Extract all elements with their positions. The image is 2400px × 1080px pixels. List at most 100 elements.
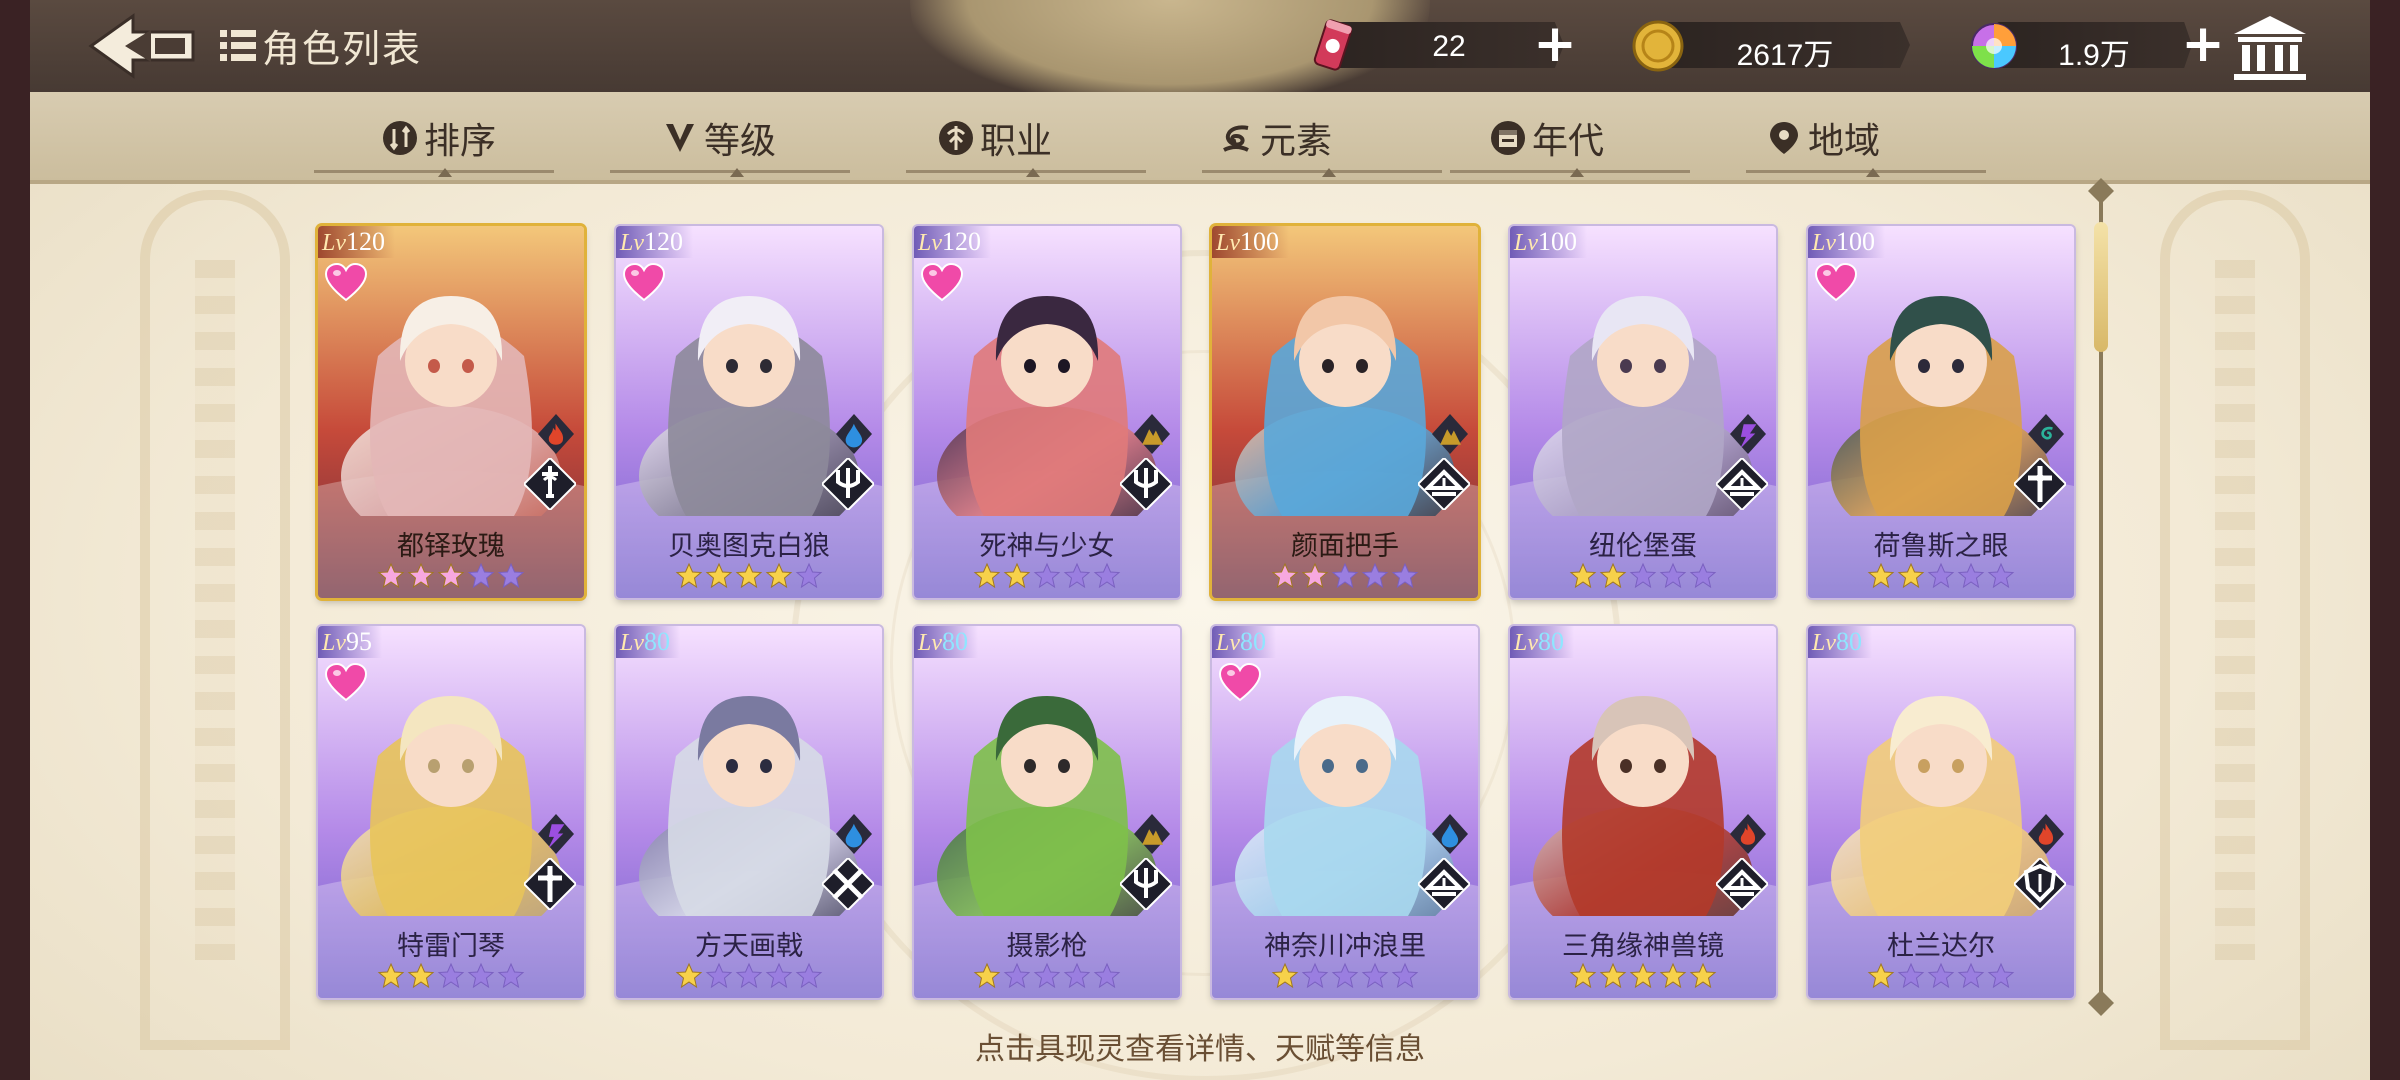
star-icon xyxy=(735,562,763,589)
character-card[interactable]: Lv80 三角缘神兽镜 xyxy=(1510,626,1776,998)
element-water-icon xyxy=(836,414,872,454)
gem-value: 1.9万 xyxy=(2058,39,2130,72)
star-icon xyxy=(1331,562,1359,589)
element-earth-icon xyxy=(1432,414,1468,454)
character-card[interactable]: Lv120 贝奥图克白狼 xyxy=(616,226,882,598)
star-icon xyxy=(1569,962,1597,989)
level-prefix: Lv xyxy=(918,230,942,256)
star-rating xyxy=(1510,962,1776,990)
filter-level[interactable]: 等级 xyxy=(662,114,776,162)
character-card[interactable]: Lv100 荷鲁斯之眼 xyxy=(1808,226,2074,598)
star-icon xyxy=(1271,562,1299,589)
favorite-heart-icon xyxy=(1218,662,1262,702)
star-icon xyxy=(1867,562,1895,589)
level-prefix: Lv xyxy=(322,630,346,656)
star-icon xyxy=(1987,962,2015,989)
star-rating xyxy=(616,562,882,590)
filter-era[interactable]: 年代 xyxy=(1490,114,1604,162)
element-fire-icon xyxy=(2028,814,2064,854)
star-icon xyxy=(675,962,703,989)
character-card[interactable]: Lv80 杜兰达尔 xyxy=(1808,626,2074,998)
character-name: 特雷门琴 xyxy=(397,931,505,961)
star-icon xyxy=(437,962,465,989)
location-pin-icon xyxy=(1770,122,1798,154)
museum-button[interactable] xyxy=(2230,12,2310,84)
star-rating xyxy=(318,962,584,990)
stamina-resource: 22 + xyxy=(1304,18,1604,74)
element-water-icon xyxy=(836,814,872,854)
class-cross-icon xyxy=(524,858,576,910)
character-name: 纽伦堡蛋 xyxy=(1589,531,1697,561)
level-badge: Lv100 xyxy=(1212,226,1289,258)
star-icon xyxy=(437,562,465,589)
star-icon xyxy=(1629,962,1657,989)
element-lightning-icon xyxy=(1730,414,1766,454)
star-rating xyxy=(318,562,584,590)
can-icon xyxy=(1313,19,1353,71)
star-icon xyxy=(1957,962,1985,989)
star-icon xyxy=(1599,962,1627,989)
scroll-thumb[interactable] xyxy=(2094,222,2108,352)
character-name: 方天画戟 xyxy=(695,931,803,961)
star-icon xyxy=(1927,562,1955,589)
element-icon xyxy=(1223,125,1249,152)
list-icon xyxy=(220,26,256,66)
level-prefix: Lv xyxy=(322,230,346,256)
class-book-icon xyxy=(1716,458,1768,510)
star-icon xyxy=(1957,562,1985,589)
character-card[interactable]: Lv120 死神与少女 xyxy=(914,226,1180,598)
star-icon xyxy=(1659,962,1687,989)
sort-icon xyxy=(383,121,417,155)
star-icon xyxy=(1003,562,1031,589)
gem-add-button[interactable]: + xyxy=(2180,18,2226,70)
favorite-heart-icon xyxy=(324,262,368,302)
element-fire-icon xyxy=(1730,814,1766,854)
class-trident-icon xyxy=(1120,458,1172,510)
character-card[interactable]: Lv80 方天画戟 xyxy=(616,626,882,998)
filter-class[interactable]: 职业 xyxy=(938,114,1052,162)
character-card[interactable]: Lv100 纽伦堡蛋 xyxy=(1510,226,1776,598)
level-value: 100 xyxy=(1538,227,1577,256)
character-card[interactable]: Lv95 特雷门琴 xyxy=(318,626,584,998)
star-icon xyxy=(765,562,793,589)
calendar-icon xyxy=(1491,121,1525,155)
star-icon xyxy=(377,962,405,989)
star-icon xyxy=(1927,962,1955,989)
class-icon xyxy=(939,121,973,155)
filter-element[interactable]: 元素 xyxy=(1218,114,1332,162)
stamina-add-button[interactable]: + xyxy=(1532,18,1578,70)
character-card[interactable]: Lv80 摄影枪 xyxy=(914,626,1180,998)
character-card[interactable]: Lv100 颜面把手 xyxy=(1212,226,1478,598)
star-icon xyxy=(407,562,435,589)
filter-region[interactable]: 地域 xyxy=(1766,114,1880,162)
favorite-heart-icon xyxy=(622,262,666,302)
star-rating xyxy=(616,962,882,990)
level-value: 80 xyxy=(942,627,968,656)
star-icon xyxy=(1361,962,1389,989)
scrollbar[interactable] xyxy=(2088,178,2114,1016)
star-icon xyxy=(973,962,1001,989)
level-value: 120 xyxy=(942,227,981,256)
character-card[interactable]: Lv80 神奈川冲浪里 xyxy=(1212,626,1478,998)
character-card[interactable]: Lv120 都铎玫瑰 xyxy=(318,226,584,598)
filter-sort-label: 排序 xyxy=(424,120,497,161)
level-badge: Lv120 xyxy=(914,226,991,258)
filter-region-label: 地域 xyxy=(1808,120,1881,161)
filter-sort[interactable]: 排序 xyxy=(382,114,496,162)
museum-icon xyxy=(2234,16,2306,80)
star-icon xyxy=(1391,962,1419,989)
back-button[interactable] xyxy=(85,10,205,82)
star-icon xyxy=(1897,562,1925,589)
element-water-icon xyxy=(1432,814,1468,854)
filter-era-label: 年代 xyxy=(1532,120,1605,161)
level-badge: Lv95 xyxy=(318,626,382,658)
star-icon xyxy=(1689,562,1717,589)
level-prefix: Lv xyxy=(1216,630,1240,656)
left-ornament-pillar xyxy=(140,190,290,1050)
class-shield-icon xyxy=(2014,858,2066,910)
star-icon xyxy=(1689,962,1717,989)
star-rating xyxy=(914,562,1180,590)
star-icon xyxy=(795,562,823,589)
star-icon xyxy=(1659,562,1687,589)
star-icon xyxy=(1897,962,1925,989)
